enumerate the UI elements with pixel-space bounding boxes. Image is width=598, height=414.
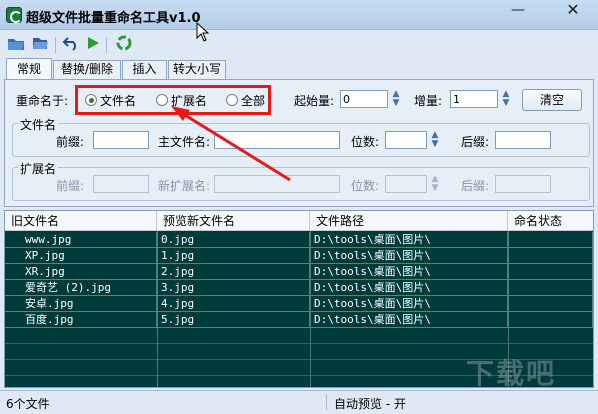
ext-prefix-label: 前缀: [56, 179, 85, 193]
mouse-cursor-icon [196, 22, 210, 42]
empty-row [5, 328, 593, 344]
toolbar-separator [55, 37, 56, 53]
title-bar: 超级文件批量重命名工具v1.0 — ✕ [0, 0, 598, 30]
clear-button[interactable]: 清空 [522, 89, 582, 111]
filename-group-title: 文件名 [18, 116, 59, 133]
run-icon[interactable] [83, 35, 103, 55]
cell-old: 安卓.jpg [5, 296, 157, 312]
status-bar: 6个文件 自动预览 - 开 [0, 390, 598, 414]
cell-new: 4.jpg [157, 296, 310, 312]
cell-path: D:\tools\桌面\图片\ [310, 280, 508, 296]
start-label: 起始量: [294, 94, 335, 108]
filename-prefix-input[interactable] [93, 131, 149, 149]
cell-path: D:\tools\桌面\图片\ [310, 248, 508, 264]
increment-label: 增量: [414, 94, 443, 108]
main-filename-input[interactable] [214, 131, 340, 149]
open-files-icon[interactable] [30, 35, 50, 55]
ext-digits-spinner: ▲ ▼ [431, 174, 439, 193]
increment-input[interactable] [450, 90, 498, 108]
increment-spinner[interactable]: ▲ ▼ [500, 90, 512, 108]
table-row[interactable]: XR.jpg 2.jpg D:\tools\桌面\图片\ [5, 264, 593, 280]
extension-group-title: 扩展名 [18, 160, 59, 177]
filename-prefix-label: 前缀: [56, 135, 85, 149]
table-row[interactable]: 百度.jpg 5.jpg D:\tools\桌面\图片\ [5, 312, 593, 328]
app-icon [6, 7, 22, 23]
tab-case-convert[interactable]: 转大小写 [168, 60, 226, 79]
cell-new: 1.jpg [157, 248, 310, 264]
recycle-icon[interactable] [114, 35, 134, 55]
column-divider [310, 231, 311, 387]
col-status[interactable]: 命名状态 [508, 211, 593, 231]
digits-spinner[interactable]: ▲ ▼ [429, 131, 441, 149]
cell-status [508, 248, 593, 264]
status-separator [326, 394, 327, 410]
cell-status [508, 264, 593, 280]
cell-status [508, 232, 593, 248]
file-count-status: 6个文件 [6, 397, 50, 411]
watermark-text: 下载吧 [466, 357, 557, 390]
filename-suffix-label: 后缀: [461, 135, 490, 149]
open-folder-icon[interactable] [6, 35, 26, 55]
window-title: 超级文件批量重命名工具v1.0 [26, 11, 201, 26]
cell-old: XR.jpg [5, 264, 157, 280]
table-header: 旧文件名 预览新文件名 文件路径 命名状态 [5, 211, 593, 231]
start-input[interactable] [340, 90, 388, 108]
ext-digits-input [385, 175, 427, 193]
tab-replace-delete[interactable]: 替换/删除 [53, 60, 121, 79]
digits-label: 位数: [351, 135, 380, 149]
cell-old: XP.jpg [5, 248, 157, 264]
cell-new: 3.jpg [157, 280, 310, 296]
table-row[interactable]: 安卓.jpg 4.jpg D:\tools\桌面\图片\ [5, 296, 593, 312]
ext-prefix-input [93, 175, 149, 193]
col-old-name[interactable]: 旧文件名 [5, 211, 157, 231]
close-button[interactable]: ✕ [551, 0, 595, 22]
tab-insert[interactable]: 插入 [122, 60, 167, 79]
ext-digits-label: 位数: [351, 179, 380, 193]
new-extension-input [214, 175, 340, 193]
minimize-button[interactable]: — [497, 0, 539, 22]
undo-icon[interactable] [61, 35, 81, 55]
cell-status [508, 296, 593, 312]
cell-new: 5.jpg [157, 312, 310, 328]
cell-new: 2.jpg [157, 264, 310, 280]
filename-suffix-input[interactable] [495, 131, 551, 149]
cell-path: D:\tools\桌面\图片\ [310, 296, 508, 312]
cell-old: 爱奇艺 (2).jpg [5, 280, 157, 296]
start-spinner[interactable]: ▲ ▼ [390, 90, 402, 108]
cell-new: 0.jpg [157, 232, 310, 248]
tab-general[interactable]: 常规 [6, 58, 52, 80]
ext-suffix-input [495, 175, 551, 193]
digits-input[interactable] [385, 131, 427, 149]
cell-status [508, 280, 593, 296]
cell-old: www.jpg [5, 232, 157, 248]
column-divider [157, 231, 158, 387]
main-filename-label: 主文件名: [158, 135, 211, 149]
table-row[interactable]: XP.jpg 1.jpg D:\tools\桌面\图片\ [5, 248, 593, 264]
cell-path: D:\tools\桌面\图片\ [310, 264, 508, 280]
col-new-name[interactable]: 预览新文件名 [157, 211, 310, 231]
cell-old: 百度.jpg [5, 312, 157, 328]
ext-suffix-label: 后缀: [461, 179, 490, 193]
cell-path: D:\tools\桌面\图片\ [310, 312, 508, 328]
table-row[interactable]: www.jpg 0.jpg D:\tools\桌面\图片\ [5, 232, 593, 248]
rename-target-label: 重命名于: [16, 94, 69, 108]
cell-path: D:\tools\桌面\图片\ [310, 232, 508, 248]
highlight-box [75, 85, 271, 115]
auto-preview-status[interactable]: 自动预览 - 开 [334, 395, 406, 412]
new-extension-label: 新扩展名: [158, 179, 211, 193]
toolbar-separator [106, 37, 107, 53]
table-row[interactable]: 爱奇艺 (2).jpg 3.jpg D:\tools\桌面\图片\ [5, 280, 593, 296]
toolbar [0, 31, 598, 57]
col-path[interactable]: 文件路径 [310, 211, 508, 231]
cell-status [508, 312, 593, 328]
